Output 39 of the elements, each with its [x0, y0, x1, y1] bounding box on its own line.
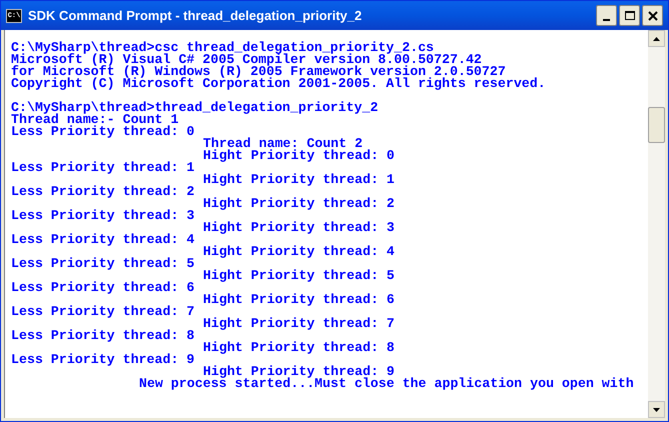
console-line: Hight Priority thread: 9 [203, 366, 396, 378]
console-line: Less Priority thread: 1 [11, 162, 196, 174]
console-line: for Microsoft (R) Windows (R) 2005 Framework version 2.0.50727 [11, 66, 506, 78]
console-line: Hight Priority thread: 2 [203, 198, 396, 210]
console-line: Hight Priority thread: 6 [203, 294, 396, 306]
console-line: C:\MySharp\thread>csc thread_delegation_priority_2.cs [11, 42, 434, 54]
console-line: Less Priority thread: 4 [11, 234, 196, 246]
console-line: Hight Priority thread: 1 [203, 174, 396, 186]
console-line: Less Priority thread: 9 [11, 354, 196, 366]
console-line: New process started...Must close the application you open with [139, 378, 635, 390]
scroll-up-button[interactable] [648, 30, 665, 47]
console-line: Hight Priority thread: 8 [203, 342, 396, 354]
scrollbar[interactable] [648, 30, 665, 418]
console-line: Less Priority thread: 2 [11, 186, 196, 198]
close-icon [648, 10, 658, 20]
console-line: Hight Priority thread: 3 [203, 222, 396, 234]
up-arrow-icon [653, 36, 660, 40]
scroll-down-button[interactable] [648, 401, 665, 418]
console-line: Less Priority thread: 8 [11, 330, 196, 342]
console-line: Hight Priority thread: 0 [203, 150, 396, 162]
console-line: Less Priority thread: 3 [11, 210, 196, 222]
console-line: Hight Priority thread: 4 [203, 246, 396, 258]
console-line: Microsoft (R) Visual C# 2005 Compiler version 8.00.50727.42 [11, 54, 482, 66]
console-line: Hight Priority thread: 7 [203, 318, 396, 330]
maximize-button[interactable] [619, 5, 640, 26]
console-line: Less Priority thread: 7 [11, 306, 196, 318]
console-line: Thread name:- Count 1 [11, 114, 179, 126]
console-line: Less Priority thread: 6 [11, 282, 196, 294]
window-title: SDK Command Prompt - thread_delegation_priority_2 [28, 6, 363, 25]
scroll-thumb[interactable] [648, 107, 665, 143]
console-line: C:\MySharp\thread>thread_delegation_priority_2 [11, 102, 380, 114]
close-button[interactable] [642, 5, 663, 26]
console-line: Copyright (C) Microsoft Corporation 2001-2005. All rights reserved. [11, 78, 547, 90]
console-line: Thread name: Count 2 [203, 138, 363, 150]
console-line: Less Priority thread: 0 [11, 126, 196, 138]
console-line: Less Priority thread: 5 [11, 258, 196, 270]
minimize-button[interactable] [596, 5, 617, 26]
down-arrow-icon [653, 408, 660, 412]
console-line: Hight Priority thread: 5 [203, 270, 396, 282]
